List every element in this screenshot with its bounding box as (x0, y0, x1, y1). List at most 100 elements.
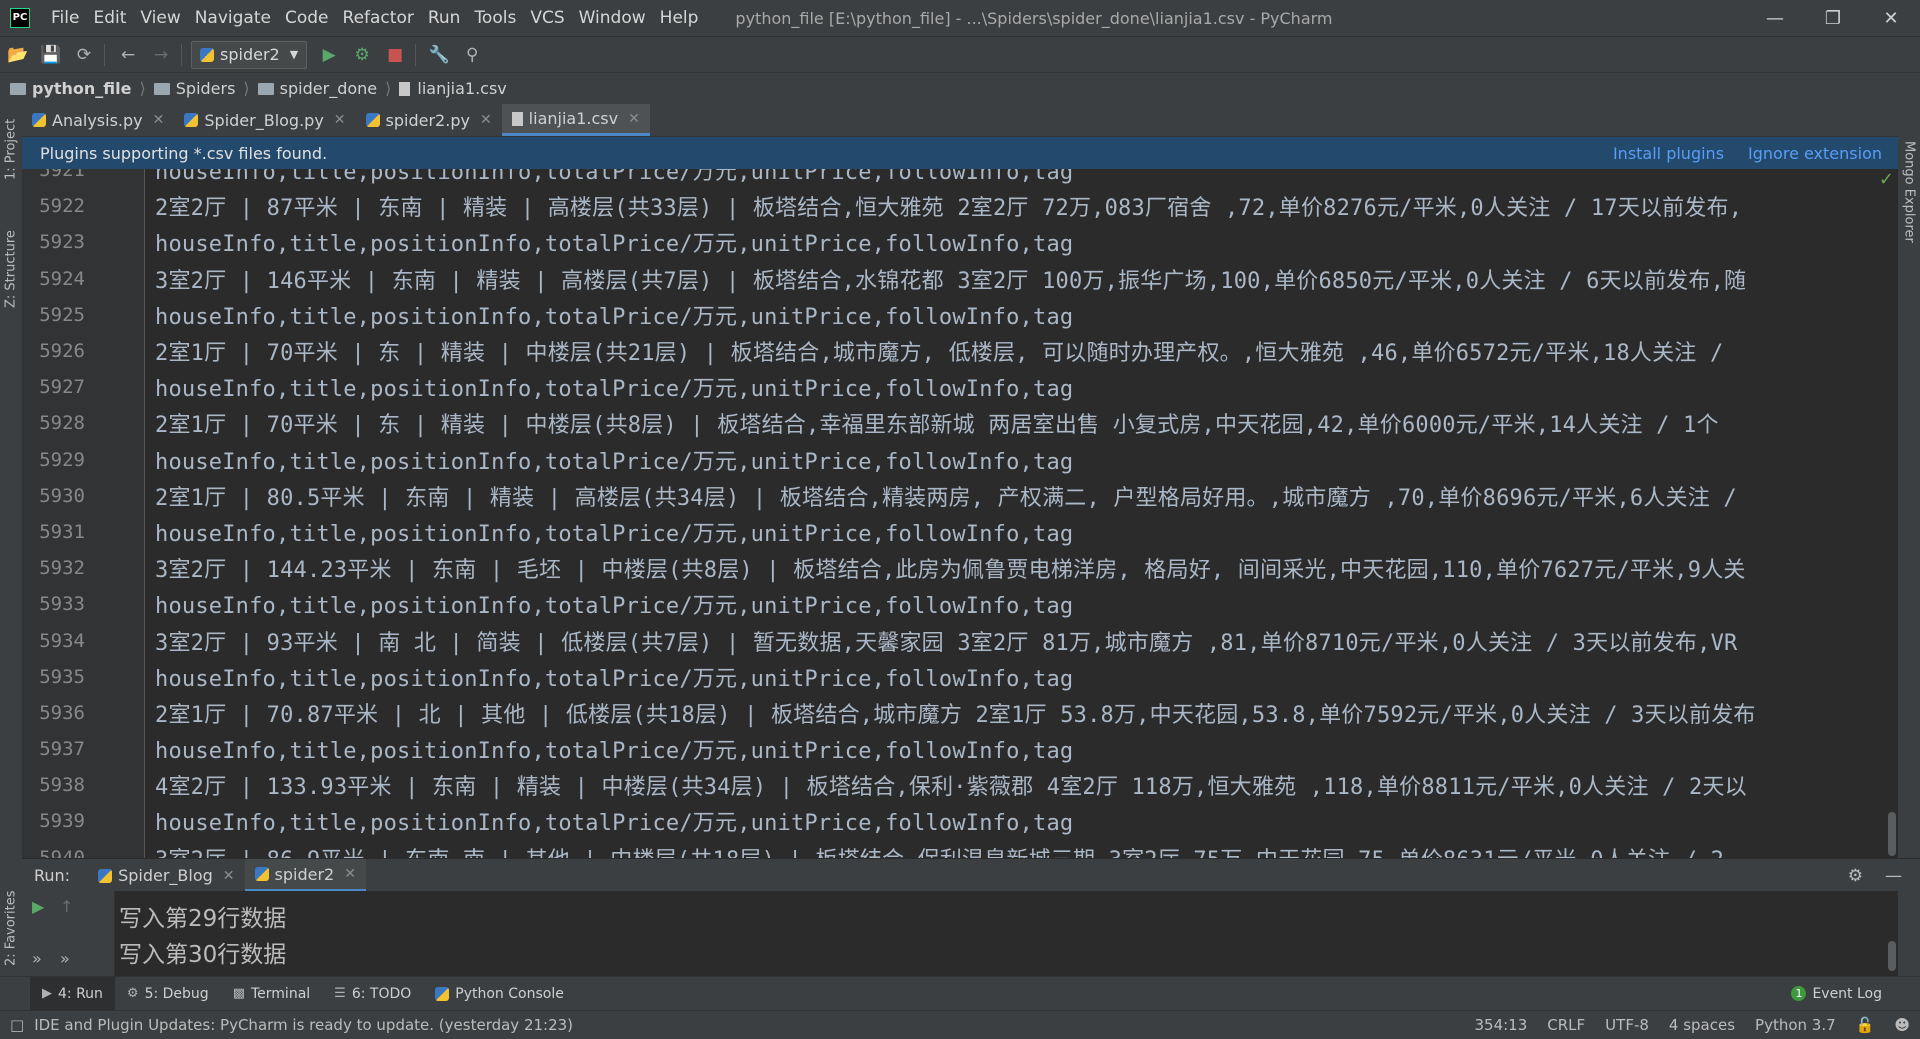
close-tab-icon[interactable]: ✕ (153, 112, 165, 128)
structure-tool-tab[interactable]: Z: Structure (0, 214, 22, 324)
favorites-tool-label: 2: Favorites (3, 890, 19, 966)
line-text: houseInfo,title,positionInfo,totalPrice/… (155, 232, 1074, 258)
back-arrow-icon[interactable]: ← (113, 40, 143, 70)
tool-tab-run[interactable]: ▶ 4: Run (30, 976, 115, 1011)
breadcrumb-separator-icon: ⟩ (243, 79, 250, 98)
breadcrumb-spiders[interactable]: Spiders (153, 79, 235, 98)
tool-tab-terminal[interactable]: ▩ Terminal (221, 977, 322, 1011)
close-tab-icon[interactable]: ✕ (223, 868, 235, 884)
line-text: houseInfo,title,positionInfo,totalPrice/… (155, 449, 1074, 475)
up-arrow-icon[interactable]: ↑ (60, 897, 73, 916)
lock-icon[interactable]: 🔓 (1856, 1016, 1875, 1034)
open-folder-icon[interactable]: 📂 (3, 40, 33, 70)
line-number: 5925 (39, 303, 85, 326)
restore-button[interactable]: ❐ (1804, 0, 1862, 36)
python-interpreter[interactable]: Python 3.7 (1755, 1016, 1836, 1034)
project-tool-tab[interactable]: 1: Project (0, 104, 22, 194)
run-icon[interactable]: ▶ (314, 40, 344, 70)
line-number: 5924 (39, 267, 85, 290)
code-line: 5940 3室2厅 | 86.9平米 | 东南 南 | 其他 | 中楼层(共18层… (22, 840, 1898, 858)
tool-tab-debug[interactable]: ⚙ 5: Debug (115, 977, 221, 1011)
code-line: 5939 houseInfo,title,positionInfo,totalPr… (22, 803, 1898, 839)
install-plugins-link[interactable]: Install plugins (1613, 144, 1724, 163)
editor-tab-spider2[interactable]: spider2.py ✕ (356, 104, 502, 136)
minimize-panel-icon[interactable]: — (1885, 866, 1902, 886)
status-message[interactable]: IDE and Plugin Updates: PyCharm is ready… (34, 1016, 573, 1034)
menu-help[interactable]: Help (653, 8, 706, 28)
toolbar-divider (104, 43, 105, 66)
run-console[interactable]: ▶ ↑ » » 写入第29行数据 写入第30行数据 (22, 891, 1898, 976)
gear-icon[interactable]: ⚙ (1848, 866, 1863, 886)
line-number: 5923 (39, 231, 85, 254)
tool-tab-todo[interactable]: ☰ 6: TODO (322, 977, 423, 1011)
line-text: houseInfo,title,positionInfo,totalPrice/… (155, 739, 1074, 765)
menu-tools[interactable]: Tools (467, 8, 523, 28)
menu-window[interactable]: Window (572, 8, 653, 28)
close-tab-icon[interactable]: ✕ (628, 111, 640, 127)
close-window-button[interactable]: ✕ (1862, 0, 1920, 36)
cursor-position[interactable]: 354:13 (1475, 1016, 1528, 1034)
line-number: 5930 (39, 484, 85, 507)
run-configuration-select[interactable]: spider2 ▼ (191, 40, 308, 69)
expand-more-icon[interactable]: » (60, 949, 70, 968)
save-all-icon[interactable]: 💾 (36, 40, 66, 70)
menu-code[interactable]: Code (278, 8, 336, 28)
run-panel-header: Run: Spider_Blog ✕ spider2 ✕ ⚙ — (22, 858, 1920, 892)
project-tool-label: 1: Project (3, 118, 19, 180)
tool-tab-python-console[interactable]: Python Console (423, 977, 576, 1011)
favorites-tool-tab[interactable]: 2: Favorites (0, 868, 22, 988)
close-tab-icon[interactable]: ✕ (334, 112, 346, 128)
minimize-button[interactable]: — (1746, 0, 1804, 36)
sync-icon[interactable]: ⟳ (69, 40, 99, 70)
breadcrumb-file[interactable]: lianjia1.csv (399, 79, 507, 98)
inspector-icon[interactable]: ☻ (1894, 1016, 1910, 1034)
forward-arrow-icon[interactable]: → (146, 40, 176, 70)
event-log-button[interactable]: 1 Event Log (1791, 986, 1882, 1002)
menu-refactor[interactable]: Refactor (336, 8, 421, 28)
line-text: houseInfo,title,positionInfo,totalPrice/… (155, 377, 1074, 403)
wrench-settings-icon[interactable]: 🔧 (424, 40, 454, 70)
line-text: houseInfo,title,positionInfo,totalPrice/… (155, 304, 1074, 330)
stop-icon[interactable]: ■ (380, 40, 410, 70)
file-encoding[interactable]: UTF-8 (1605, 1016, 1649, 1034)
search-icon[interactable]: ⚲ (457, 40, 487, 70)
python-file-icon (365, 113, 380, 127)
line-number: 5931 (39, 520, 85, 543)
run-tab-spider2[interactable]: spider2 ✕ (244, 859, 366, 892)
code-line: 5926 2室1厅 | 70平米 | 东 | 精装 | 中楼层(共21层) | 板… (22, 333, 1898, 369)
line-number: 5927 (39, 376, 85, 399)
tool-tab-label: 4: Run (58, 985, 103, 1002)
breadcrumb-project[interactable]: python_file (10, 79, 132, 98)
title-bar: PC File Edit View Navigate Code Refactor… (0, 0, 1920, 36)
mongo-explorer-tab[interactable]: Mongo Explorer (1898, 132, 1920, 252)
status-toggle-icon[interactable]: □ (10, 1016, 24, 1034)
menu-vcs[interactable]: VCS (523, 8, 571, 28)
menu-navigate[interactable]: Navigate (188, 8, 278, 28)
ignore-extension-link[interactable]: Ignore extension (1748, 144, 1882, 163)
line-text: houseInfo,title,positionInfo,totalPrice/… (155, 521, 1074, 547)
code-editor[interactable]: 5921 houseInfo,title,positionInfo,totalPr… (22, 169, 1898, 858)
line-text: 3室2厅 | 86.9平米 | 东南 南 | 其他 | 中楼层(共18层) | … (155, 842, 1724, 858)
line-separator[interactable]: CRLF (1547, 1016, 1585, 1034)
menu-view[interactable]: View (133, 8, 187, 28)
menu-file[interactable]: File (44, 8, 86, 28)
editor-tab-lianjia1-csv[interactable]: lianjia1.csv ✕ (501, 104, 650, 136)
debug-icon[interactable]: ⚙ (347, 40, 377, 70)
breadcrumb-spider-done[interactable]: spider_done (257, 79, 377, 98)
run-tab-spider-blog[interactable]: Spider_Blog ✕ (88, 859, 244, 892)
code-line: 5923 houseInfo,title,positionInfo,totalPr… (22, 224, 1898, 260)
indent-setting[interactable]: 4 spaces (1669, 1016, 1735, 1034)
editor-tab-analysis[interactable]: Analysis.py ✕ (22, 104, 174, 136)
code-line: 5922 2室2厅 | 87平米 | 东南 | 精装 | 高楼层(共33层) | … (22, 188, 1898, 224)
editor-tab-spider-blog[interactable]: Spider_Blog.py ✕ (174, 104, 355, 136)
console-scrollbar[interactable] (1888, 941, 1896, 971)
rerun-icon[interactable]: ▶ (32, 897, 44, 916)
menu-run[interactable]: Run (421, 8, 468, 28)
breadcrumb-project-label: python_file (32, 79, 132, 98)
close-tab-icon[interactable]: ✕ (480, 112, 492, 128)
line-number: 5934 (39, 629, 85, 652)
close-tab-icon[interactable]: ✕ (344, 866, 356, 882)
menu-edit[interactable]: Edit (86, 8, 133, 28)
editor-scrollbar[interactable] (1888, 812, 1896, 856)
expand-more-icon[interactable]: » (32, 949, 42, 968)
